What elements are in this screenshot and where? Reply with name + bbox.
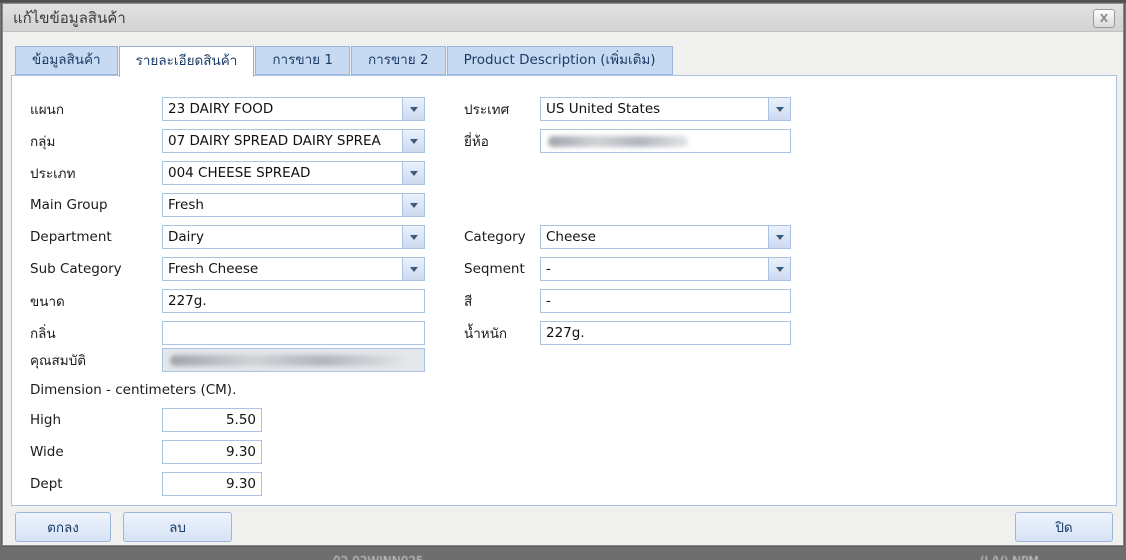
khanat-label: ขนาด	[30, 290, 162, 312]
background-app-bottom-strip: 02 02WINN025 (L/V) NPM	[0, 547, 1126, 560]
tab-sales-2[interactable]: การขาย 2	[351, 46, 446, 75]
namnak-input[interactable]	[540, 321, 791, 345]
klum-combobox[interactable]: 07 DAIRY SPREAD DAIRY SPREA	[162, 129, 425, 153]
background-text-fragment: 02 02WINN025	[333, 554, 424, 560]
khunnasombat-input	[162, 348, 425, 372]
chevron-down-icon[interactable]	[402, 226, 424, 248]
high-input[interactable]	[162, 408, 262, 432]
edit-product-dialog: แก้ไขข้อมูลสินค้า X ข้อมูลสินค้า รายละเอ…	[2, 3, 1124, 546]
category-label: Category	[464, 229, 540, 245]
segment-combobox[interactable]: -	[540, 257, 791, 281]
sub-category-combobox-value: Fresh Cheese	[163, 258, 402, 280]
klin-label: กลิ่น	[30, 322, 162, 344]
category-combobox[interactable]: Cheese	[540, 225, 791, 249]
prathet-combobox-value: US United States	[541, 98, 768, 120]
segment-label: Seqment	[464, 261, 540, 277]
department-label: Department	[30, 229, 162, 245]
high-label: High	[30, 412, 162, 428]
chevron-down-icon[interactable]	[402, 194, 424, 216]
chevron-down-icon[interactable]	[402, 130, 424, 152]
prathet-label: ประเทศ	[464, 98, 540, 120]
yiho-input[interactable]	[540, 129, 791, 153]
praphet-label: ประเภท	[30, 162, 162, 184]
chevron-down-icon[interactable]	[768, 258, 790, 280]
department-combobox-value: Dairy	[163, 226, 402, 248]
redacted-properties-value	[170, 355, 405, 366]
klum-label: กลุ่ม	[30, 130, 162, 152]
prathet-combobox[interactable]: US United States	[540, 97, 791, 121]
chevron-down-icon[interactable]	[768, 98, 790, 120]
department-combobox[interactable]: Dairy	[162, 225, 425, 249]
khanat-input[interactable]	[162, 289, 425, 313]
praphet-combobox-value: 004 CHEESE SPREAD	[163, 162, 402, 184]
klum-combobox-value: 07 DAIRY SPREAD DAIRY SPREA	[163, 130, 402, 152]
praphet-combobox[interactable]: 004 CHEESE SPREAD	[162, 161, 425, 185]
khunnasombat-label: คุณสมบัติ	[30, 349, 162, 371]
tab-product-info[interactable]: ข้อมูลสินค้า	[15, 46, 118, 75]
si-input[interactable]	[540, 289, 791, 313]
chevron-down-icon[interactable]	[402, 98, 424, 120]
phanaek-combobox[interactable]: 23 DAIRY FOOD	[162, 97, 425, 121]
close-icon[interactable]: X	[1093, 9, 1115, 28]
dept-input[interactable]	[162, 472, 262, 496]
si-label: สี	[464, 290, 540, 312]
dimension-section-heading: Dimension - centimeters (CM).	[30, 382, 236, 398]
delete-button[interactable]: ลบ	[123, 512, 232, 542]
main-group-combobox-value: Fresh	[163, 194, 402, 216]
background-text-fragment: (L/V) NPM	[980, 554, 1039, 560]
product-details-panel: แผนก 23 DAIRY FOOD ประเทศ US United Stat…	[11, 75, 1117, 506]
klin-input[interactable]	[162, 321, 425, 345]
phanaek-label: แผนก	[30, 98, 162, 120]
sub-category-combobox[interactable]: Fresh Cheese	[162, 257, 425, 281]
dialog-title: แก้ไขข้อมูลสินค้า	[13, 6, 126, 30]
chevron-down-icon[interactable]	[402, 258, 424, 280]
sub-category-label: Sub Category	[30, 261, 162, 277]
redacted-brand-value	[548, 136, 688, 147]
segment-combobox-value: -	[541, 258, 768, 280]
tab-bar: ข้อมูลสินค้า รายละเอียดสินค้า การขาย 1 ก…	[15, 46, 673, 77]
ok-button[interactable]: ตกลง	[15, 512, 111, 542]
chevron-down-icon[interactable]	[402, 162, 424, 184]
wide-input[interactable]	[162, 440, 262, 464]
dialog-titlebar: แก้ไขข้อมูลสินค้า	[3, 4, 1123, 32]
category-combobox-value: Cheese	[541, 226, 768, 248]
tab-product-details[interactable]: รายละเอียดสินค้า	[119, 46, 255, 77]
tab-sales-1[interactable]: การขาย 1	[255, 46, 350, 75]
main-group-label: Main Group	[30, 197, 162, 213]
phanaek-combobox-value: 23 DAIRY FOOD	[163, 98, 402, 120]
tab-product-description-extra[interactable]: Product Description (เพิ่มเติม)	[447, 46, 673, 75]
close-button[interactable]: ปิด	[1015, 512, 1113, 542]
dept-label: Dept	[30, 476, 162, 492]
main-group-combobox[interactable]: Fresh	[162, 193, 425, 217]
wide-label: Wide	[30, 444, 162, 460]
yiho-label: ยี่ห้อ	[464, 130, 540, 152]
namnak-label: น้ำหนัก	[464, 322, 540, 344]
chevron-down-icon[interactable]	[768, 226, 790, 248]
